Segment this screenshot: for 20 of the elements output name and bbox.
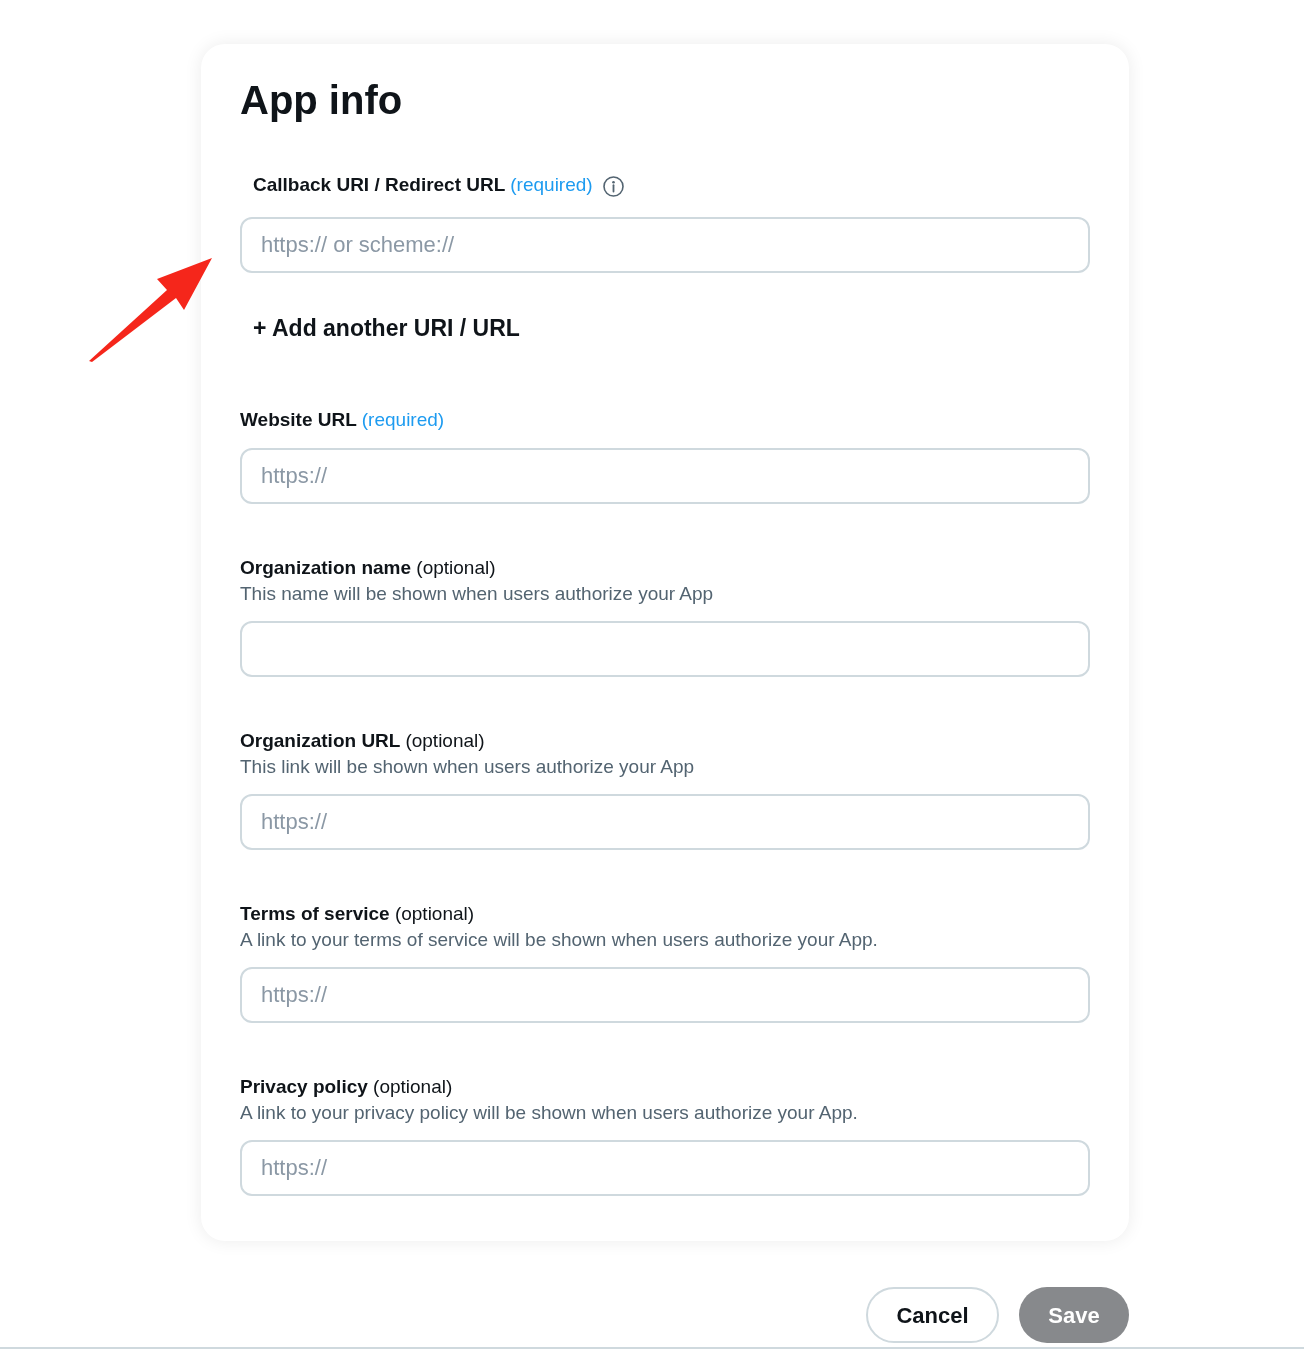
text-input[interactable]: [240, 621, 1090, 677]
field-description: A link to your privacy policy will be shown when users authorize your App.: [240, 1101, 858, 1125]
field-label: Website URL (required): [240, 408, 445, 432]
page-title: App info: [240, 77, 403, 124]
field-description: A link to your terms of service will be shown when users authorize your App.: [240, 928, 878, 952]
field-label: Privacy policy (optional): [240, 1075, 453, 1099]
field-label: Callback URI / Redirect URL (required): [253, 173, 593, 197]
cancel-button[interactable]: Cancel: [866, 1287, 999, 1343]
field-label: Organization name (optional): [240, 556, 496, 580]
url-input[interactable]: https://: [240, 967, 1090, 1023]
url-input[interactable]: https:// or scheme://: [240, 217, 1090, 273]
url-input[interactable]: https://: [240, 794, 1090, 850]
url-input[interactable]: https://: [240, 448, 1090, 504]
field-description: This name will be shown when users authorize your App: [240, 582, 714, 606]
info-icon[interactable]: [602, 175, 624, 197]
field-description: This link will be shown when users authorize your App: [240, 755, 695, 779]
field-label: Organization URL (optional): [240, 729, 485, 753]
field-label: Terms of service (optional): [240, 902, 475, 926]
url-input[interactable]: https://: [240, 1140, 1090, 1196]
add-uri-link[interactable]: + Add another URI / URL: [253, 314, 520, 342]
